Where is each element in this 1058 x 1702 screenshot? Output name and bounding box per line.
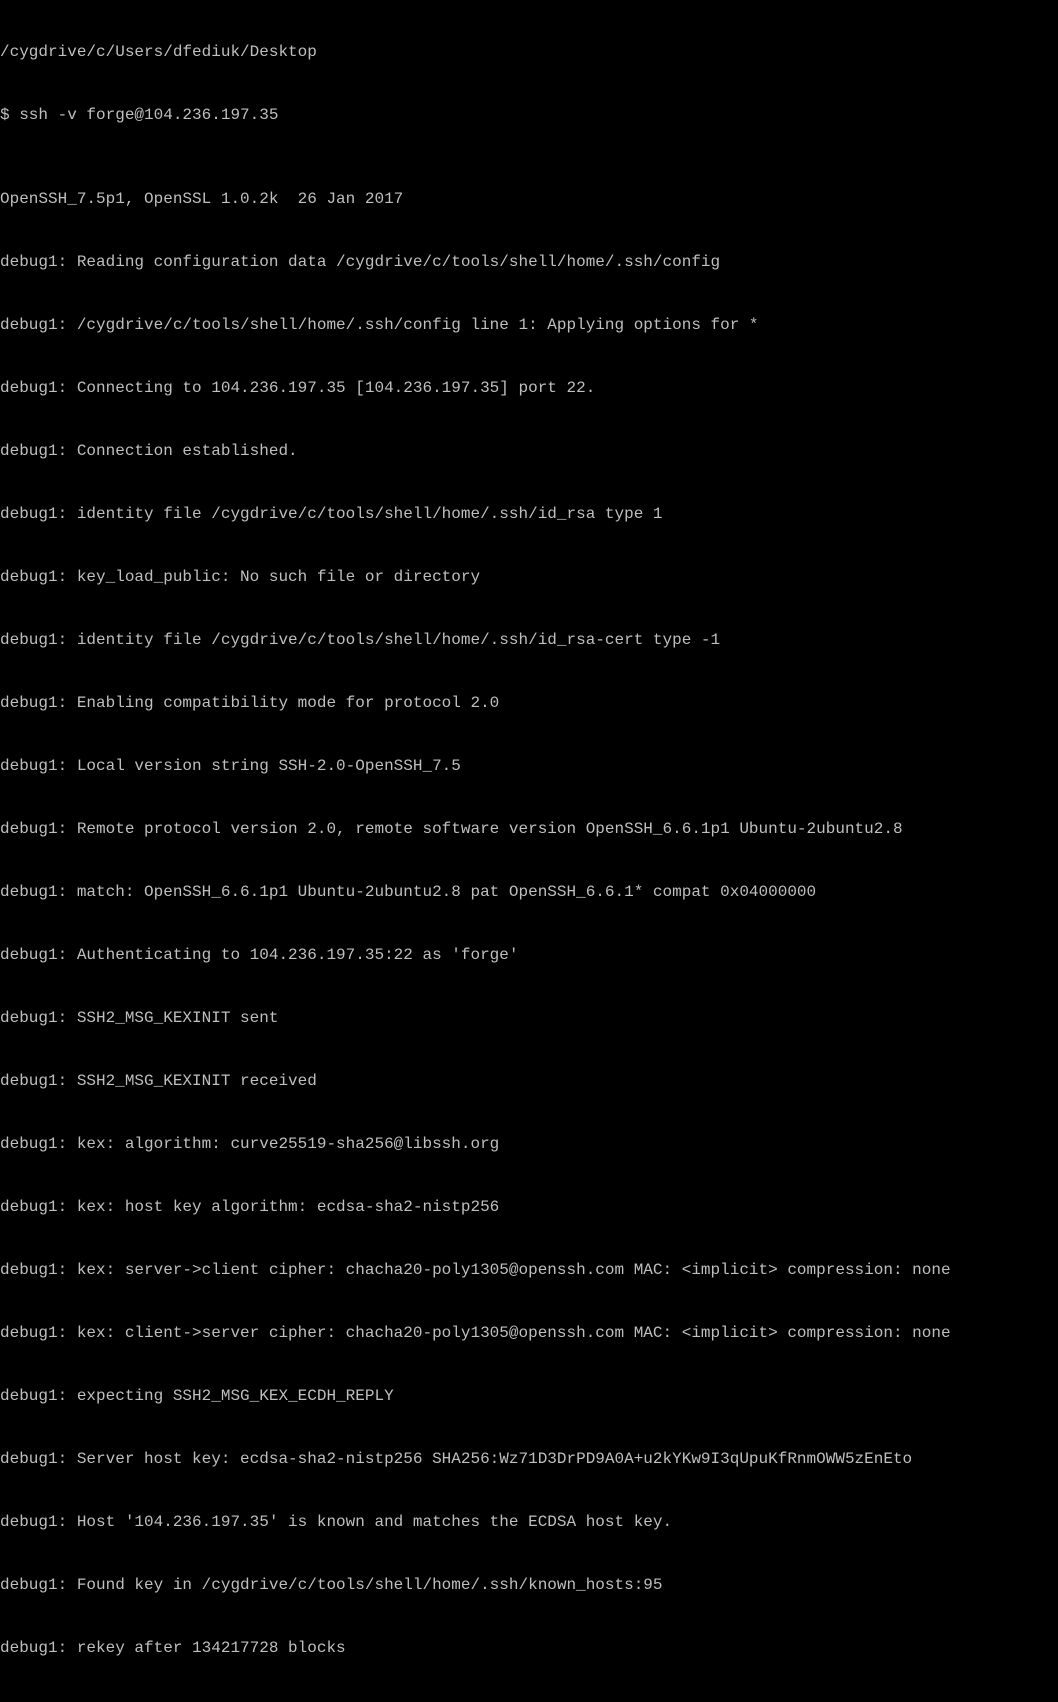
cwd-line: /cygdrive/c/Users/dfediuk/Desktop bbox=[0, 42, 1058, 63]
terminal[interactable]: /cygdrive/c/Users/dfediuk/Desktop $ ssh … bbox=[0, 0, 1058, 1702]
output-line: debug1: identity file /cygdrive/c/tools/… bbox=[0, 504, 1058, 525]
output-line: debug1: Connecting to 104.236.197.35 [10… bbox=[0, 378, 1058, 399]
output-line: debug1: /cygdrive/c/tools/shell/home/.ss… bbox=[0, 315, 1058, 336]
command-line: $ ssh -v forge@104.236.197.35 bbox=[0, 105, 1058, 126]
output-line: debug1: Reading configuration data /cygd… bbox=[0, 252, 1058, 273]
output-line: debug1: Enabling compatibility mode for … bbox=[0, 693, 1058, 714]
output-line: debug1: Remote protocol version 2.0, rem… bbox=[0, 819, 1058, 840]
output-line: debug1: Authenticating to 104.236.197.35… bbox=[0, 945, 1058, 966]
output-line: OpenSSH_7.5p1, OpenSSL 1.0.2k 26 Jan 201… bbox=[0, 189, 1058, 210]
output-line: debug1: kex: algorithm: curve25519-sha25… bbox=[0, 1134, 1058, 1155]
output-line: debug1: SSH2_MSG_NEWKEYS sent bbox=[0, 1701, 1058, 1702]
output-line: debug1: expecting SSH2_MSG_KEX_ECDH_REPL… bbox=[0, 1386, 1058, 1407]
output-line: debug1: identity file /cygdrive/c/tools/… bbox=[0, 630, 1058, 651]
prompt: $ bbox=[0, 106, 19, 124]
output-line: debug1: SSH2_MSG_KEXINIT sent bbox=[0, 1008, 1058, 1029]
output-line: debug1: kex: host key algorithm: ecdsa-s… bbox=[0, 1197, 1058, 1218]
command: ssh -v forge@104.236.197.35 bbox=[19, 106, 278, 124]
output-line: debug1: Found key in /cygdrive/c/tools/s… bbox=[0, 1575, 1058, 1596]
output-line: debug1: SSH2_MSG_KEXINIT received bbox=[0, 1071, 1058, 1092]
output-line: debug1: key_load_public: No such file or… bbox=[0, 567, 1058, 588]
output-line: debug1: rekey after 134217728 blocks bbox=[0, 1638, 1058, 1659]
output-line: debug1: Local version string SSH-2.0-Ope… bbox=[0, 756, 1058, 777]
output-line: debug1: Connection established. bbox=[0, 441, 1058, 462]
output-line: debug1: kex: server->client cipher: chac… bbox=[0, 1260, 1058, 1281]
output-line: debug1: Host '104.236.197.35' is known a… bbox=[0, 1512, 1058, 1533]
output-line: debug1: match: OpenSSH_6.6.1p1 Ubuntu-2u… bbox=[0, 882, 1058, 903]
output-line: debug1: kex: client->server cipher: chac… bbox=[0, 1323, 1058, 1344]
output-line: debug1: Server host key: ecdsa-sha2-nist… bbox=[0, 1449, 1058, 1470]
